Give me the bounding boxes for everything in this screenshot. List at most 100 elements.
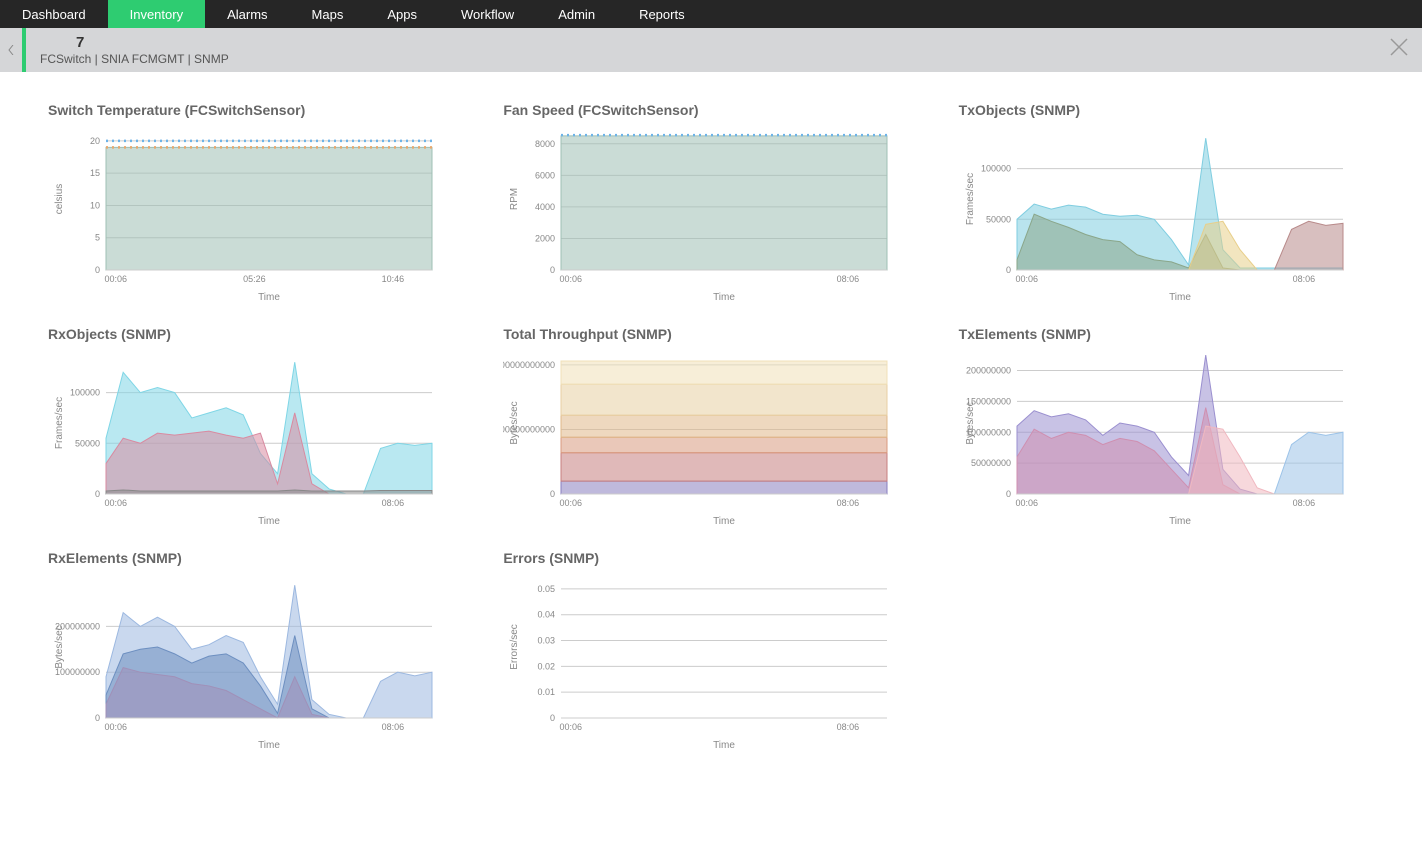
chart-title-fan-speed: Fan Speed (FCSwitchSensor) <box>503 102 918 118</box>
svg-text:5: 5 <box>95 233 100 243</box>
nav-workflow[interactable]: Workflow <box>439 0 536 28</box>
series-rpm <box>561 136 887 270</box>
series-l2 <box>561 453 887 481</box>
svg-text:Bytes/sec: Bytes/sec <box>965 401 976 444</box>
svg-text:00:06: 00:06 <box>1015 498 1038 508</box>
chart-svg: 05000000010000000015000000020000000000:0… <box>959 348 1349 528</box>
svg-text:200000000: 200000000 <box>966 366 1011 376</box>
top-nav: DashboardInventoryAlarmsMapsAppsWorkflow… <box>0 0 1422 28</box>
svg-text:00:06: 00:06 <box>105 722 128 732</box>
svg-text:08:06: 08:06 <box>382 722 405 732</box>
svg-text:Bytes/sec: Bytes/sec <box>54 625 65 668</box>
svg-text:Time: Time <box>258 516 280 527</box>
svg-text:Time: Time <box>713 516 735 527</box>
svg-text:0.04: 0.04 <box>538 610 556 620</box>
svg-text:15: 15 <box>90 168 100 178</box>
svg-text:00:06: 00:06 <box>105 498 128 508</box>
chart-tx-objects: TxObjects (SNMP) 0 50000 100000 00:06 08:06 Fr… <box>959 102 1374 304</box>
svg-text:08:06: 08:06 <box>1292 274 1315 284</box>
svg-text:0: 0 <box>95 489 100 499</box>
chart-title-tx-objects: TxObjects (SNMP) <box>959 102 1374 118</box>
nav-reports[interactable]: Reports <box>617 0 707 28</box>
chart-title-rx-elements: RxElements (SNMP) <box>48 550 463 566</box>
svg-text:00:06: 00:06 <box>105 274 128 284</box>
svg-text:0.03: 0.03 <box>538 636 556 646</box>
chart-rx-objects: RxObjects (SNMP)05000010000000:0608:06Fr… <box>48 326 463 528</box>
svg-text:Frames/sec: Frames/sec <box>965 173 976 225</box>
svg-text:0: 0 <box>95 265 100 275</box>
svg-text:100000: 100000 <box>70 388 100 398</box>
svg-text:Time: Time <box>258 740 280 751</box>
svg-text:Bytes/sec: Bytes/sec <box>509 401 520 444</box>
svg-text:0: 0 <box>550 713 555 723</box>
svg-text:00:06: 00:06 <box>560 274 583 284</box>
series-s3 <box>106 490 432 494</box>
svg-text:8000: 8000 <box>535 139 555 149</box>
svg-text:Frames/sec: Frames/sec <box>54 397 65 449</box>
nav-maps[interactable]: Maps <box>290 0 366 28</box>
svg-text:0: 0 <box>95 713 100 723</box>
svg-text:00:06: 00:06 <box>560 498 583 508</box>
svg-text:Time: Time <box>713 292 735 303</box>
svg-text:6000: 6000 <box>535 170 555 180</box>
svg-text:50000: 50000 <box>986 214 1011 224</box>
svg-text:00:06: 00:06 <box>560 722 583 732</box>
chart-grid: Switch Temperature (FCSwitchSensor) 0 5 10 1… <box>0 72 1422 772</box>
series-l3 <box>561 437 887 452</box>
chart-title-rx-objects: RxObjects (SNMP) <box>48 326 463 342</box>
chart-svg: 05000010000000:0608:06Frames/secTime <box>48 348 438 528</box>
chart-title-throughput: Total Throughput (SNMP) <box>503 326 918 342</box>
svg-text:Time: Time <box>1169 292 1191 303</box>
svg-text:0.02: 0.02 <box>538 661 556 671</box>
svg-text:08:06: 08:06 <box>382 498 405 508</box>
nav-admin[interactable]: Admin <box>536 0 617 28</box>
svg-text:Errors/sec: Errors/sec <box>509 624 520 670</box>
svg-text:0: 0 <box>1006 265 1011 275</box>
svg-text:0: 0 <box>550 489 555 499</box>
close-icon[interactable] <box>1388 36 1410 65</box>
nav-apps[interactable]: Apps <box>365 0 439 28</box>
svg-text:4000: 4000 <box>535 202 555 212</box>
chart-title-switch-temp: Switch Temperature (FCSwitchSensor) <box>48 102 463 118</box>
series-temp <box>106 147 432 270</box>
chart-svg: 0500000000000100000000000000:0608:06Byte… <box>503 348 893 528</box>
chart-svg: 0 0.01 0.02 0.03 0.04 0.05 00:06 08:06 Errors/se… <box>503 572 893 752</box>
breadcrumb-bar: 7 FCSwitch | SNIA FCMGMT | SNMP <box>0 28 1422 72</box>
chart-svg: 0 2000 4000 6000 8000 00:06 08:06 RPM Time <box>503 124 893 304</box>
svg-text:Time: Time <box>1169 516 1191 527</box>
chart-fan-speed: Fan Speed (FCSwitchSensor) 0 2000 4000 6000 8… <box>503 102 918 304</box>
collapse-handle[interactable] <box>0 45 22 55</box>
nav-dashboard[interactable]: Dashboard <box>0 0 108 28</box>
svg-text:RPM: RPM <box>509 188 520 210</box>
svg-text:0: 0 <box>1006 489 1011 499</box>
chart-title-tx-elements: TxElements (SNMP) <box>959 326 1374 342</box>
chart-tx-elements: TxElements (SNMP)05000000010000000015000… <box>959 326 1374 528</box>
series-l1 <box>561 481 887 494</box>
chart-throughput: Total Throughput (SNMP)05000000000001000… <box>503 326 918 528</box>
svg-text:Time: Time <box>258 292 280 303</box>
svg-text:08:06: 08:06 <box>1292 498 1315 508</box>
svg-text:05:26: 05:26 <box>243 274 266 284</box>
svg-text:08:06: 08:06 <box>837 274 860 284</box>
chart-rx-elements: RxElements (SNMP)010000000020000000000:0… <box>48 550 463 752</box>
svg-text:20: 20 <box>90 136 100 146</box>
svg-text:2000: 2000 <box>535 233 555 243</box>
breadcrumb-count: 7 <box>40 35 229 52</box>
svg-text:Time: Time <box>713 740 735 751</box>
svg-text:0: 0 <box>550 265 555 275</box>
series-l6 <box>561 361 887 384</box>
svg-text:08:06: 08:06 <box>837 498 860 508</box>
svg-text:0.01: 0.01 <box>538 687 556 697</box>
svg-text:00:06: 00:06 <box>1015 274 1038 284</box>
svg-text:0.05: 0.05 <box>538 584 556 594</box>
breadcrumb-path: FCSwitch | SNIA FCMGMT | SNMP <box>40 52 229 66</box>
nav-alarms[interactable]: Alarms <box>205 0 289 28</box>
chart-svg: 0 50000 100000 00:06 08:06 Frames/sec Time <box>959 124 1349 304</box>
svg-text:10:46: 10:46 <box>382 274 405 284</box>
svg-text:08:06: 08:06 <box>837 722 860 732</box>
chart-svg: 0510152000:0605:2610:46celsiusTime <box>48 124 438 304</box>
nav-inventory[interactable]: Inventory <box>108 0 205 28</box>
svg-text:10: 10 <box>90 200 100 210</box>
svg-text:100000: 100000 <box>981 164 1011 174</box>
series-l4 <box>561 415 887 437</box>
